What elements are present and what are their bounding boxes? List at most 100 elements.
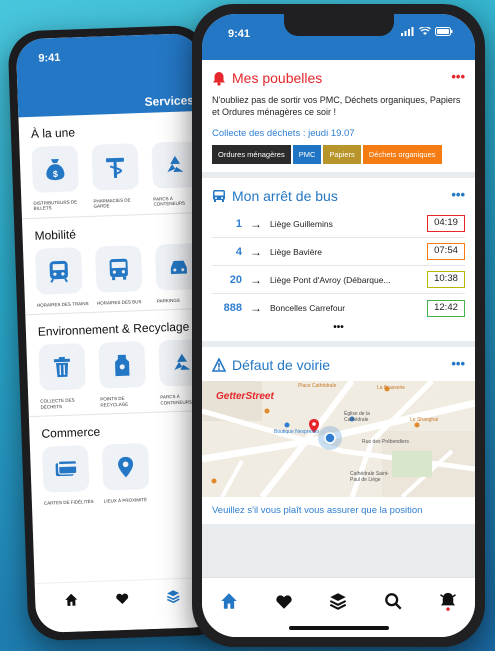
- bus-row[interactable]: 4 → Liège Bavière 07:54: [212, 238, 465, 267]
- battery-icon: [435, 27, 453, 36]
- road-card[interactable]: Défaut de voirie ••• GetterStreet Place …: [202, 347, 475, 525]
- heart-icon[interactable]: [115, 591, 130, 610]
- home-indicator: [288, 626, 389, 630]
- street-map[interactable]: GetterStreet Place Cathédrale La Brasser…: [202, 381, 475, 498]
- tile-label: POINTS DE RECYCLAGE: [100, 395, 129, 408]
- front-phone: 9:41 Mes poubelles ••• N'oubliez pas de …: [192, 4, 485, 647]
- tile-label: CARTES DE FIDÉLITÉS: [43, 498, 94, 506]
- bus-time: 12:42: [427, 299, 465, 317]
- bus-list: 1 → Liège Guillemins 04:19 4 → Liège Bav…: [212, 210, 465, 333]
- location-pin-icon: [101, 442, 150, 491]
- tag-papiers: Papiers: [323, 145, 361, 165]
- map-place-label: Église de la Cathédrale: [344, 411, 370, 424]
- arrow-right-icon: →: [250, 216, 262, 231]
- tile-row-commerce: CARTES DE FIDÉLITÉS LIEUX À PROXIMITÉ: [30, 441, 216, 507]
- alarm-icon[interactable]: [433, 590, 463, 612]
- map-place-label: Cathédrale Saint-Paul de Liège: [350, 471, 389, 484]
- back-status-time: 9:41: [38, 51, 61, 65]
- trash-icon: [38, 343, 86, 391]
- trash-card[interactable]: Mes poubelles ••• N'oubliez pas de sorti…: [202, 60, 475, 173]
- bus-time: 04:19: [427, 215, 465, 233]
- bus-row[interactable]: 1 → Liège Guillemins 04:19: [212, 210, 465, 239]
- road-message: Veuillez s'il vous plaît vous assurer qu…: [212, 505, 423, 517]
- status-time: 9:41: [228, 28, 251, 40]
- bus-line-number: 888: [223, 302, 242, 315]
- bus-line-number: 1: [235, 217, 242, 230]
- bus-more-rows-button[interactable]: •••: [212, 322, 465, 333]
- bus-time: 07:54: [427, 243, 465, 261]
- wifi-icon: [419, 27, 431, 35]
- tile-row-mobilite: HORAIRES DES TRAINS HORAIRES DES BUS PAR…: [23, 242, 209, 309]
- bell-icon: [213, 71, 225, 86]
- tile-lieux[interactable]: LIEUX À PROXIMITÉ: [101, 442, 156, 504]
- road-card-title: Défaut de voirie: [212, 357, 465, 373]
- search-icon[interactable]: [378, 590, 408, 612]
- arrow-right-icon: →: [250, 301, 262, 316]
- bus-row[interactable]: 888 → Boncelles Carrefour 12:42: [212, 294, 465, 322]
- notch: [283, 14, 394, 36]
- bus-card[interactable]: Mon arrêt de bus ••• 1 → Liège Guillemin…: [202, 178, 475, 342]
- bus-line-number: 4: [235, 245, 242, 258]
- tile-trains[interactable]: HORAIRES DES TRAINS: [35, 247, 89, 308]
- signal-icon: [401, 27, 414, 36]
- front-phone-screen: 9:41 Mes poubelles ••• N'oubliez pas de …: [202, 14, 475, 637]
- waste-tags: Ordures ménagères PMC Papiers Déchets or…: [212, 145, 465, 165]
- bus-time: 10:38: [427, 271, 465, 289]
- bus-destination: Liège Bavière: [270, 246, 322, 257]
- tag-pmc: PMC: [292, 145, 322, 165]
- svg-text:$: $: [53, 169, 58, 179]
- tile-label: HORAIRES DES TRAINS: [36, 300, 89, 308]
- tile-label: LIEUX À PROXIMITÉ: [103, 497, 148, 504]
- warning-triangle-icon: [212, 358, 226, 373]
- bus-row[interactable]: 20 → Liège Pont d'Avroy (Débarque... 10:…: [212, 266, 465, 295]
- back-phone-screen: 9:41 Services À la une $ DISTRIBUTEURS D…: [15, 32, 221, 634]
- status-icons: [401, 27, 453, 36]
- tile-label: COLLECTE DES DÉCHETS: [40, 397, 75, 410]
- tile-label: HORAIRES DES BUS: [96, 298, 142, 306]
- map-place-label: Le Shanghai: [410, 417, 439, 424]
- tile-bus[interactable]: HORAIRES DES BUS: [94, 244, 149, 306]
- layers-icon[interactable]: [166, 589, 181, 608]
- tile-cartes[interactable]: CARTES DE FIDÉLITÉS: [41, 445, 96, 506]
- tag-organiques: Déchets organiques: [362, 145, 442, 165]
- trash-message: N'oubliez pas de sortir vos PMC, Déchets…: [212, 95, 461, 118]
- bus-icon: [94, 244, 143, 293]
- trash-title-text: Mes poubelles: [232, 70, 323, 86]
- home-icon[interactable]: [64, 593, 79, 612]
- map-place-label: La Brasserie: [377, 385, 406, 392]
- bus-title-text: Mon arrêt de bus: [232, 188, 338, 205]
- tile-collecte[interactable]: COLLECTE DES DÉCHETS: [38, 343, 92, 410]
- tile-label: PHARMACIES DE GARDE: [93, 197, 131, 210]
- layers-icon[interactable]: [323, 590, 353, 612]
- tile-row-environnement: COLLECTE DES DÉCHETS POINTS DE RECYCLAGE…: [26, 339, 212, 410]
- road-more-button[interactable]: •••: [451, 356, 465, 371]
- collect-date: Collecte des déchets : jeudi 19.07: [212, 128, 355, 140]
- back-header: 9:41 Services: [15, 32, 203, 118]
- tag-ordures: Ordures ménagères: [212, 145, 291, 165]
- home-icon[interactable]: [214, 590, 244, 612]
- map-place-label: Boutique Nespresso: [274, 429, 320, 436]
- bus-more-button[interactable]: •••: [451, 187, 465, 202]
- bus-line-number: 20: [229, 273, 242, 286]
- tile-pharmacies[interactable]: PHARMACIES DE GARDE: [91, 143, 145, 210]
- tile-label: DISTRIBUTEURS DE BILLETS: [33, 199, 78, 212]
- bus-destination: Liège Pont d'Avroy (Débarque...: [270, 274, 391, 285]
- tile-distributeurs[interactable]: $ DISTRIBUTEURS DE BILLETS: [31, 145, 85, 212]
- back-page-title: Services: [144, 93, 195, 109]
- card-icon: [41, 445, 90, 493]
- arrow-right-icon: →: [250, 272, 262, 287]
- trash-card-title: Mes poubelles: [212, 70, 465, 86]
- recycling-point-icon: [98, 341, 146, 389]
- heart-icon[interactable]: [269, 590, 299, 612]
- bus-card-title: Mon arrêt de bus: [212, 188, 465, 204]
- arrow-right-icon: →: [250, 244, 262, 259]
- bus-icon: [213, 190, 225, 203]
- road-title-text: Défaut de voirie: [232, 357, 331, 374]
- map-place-label: Place Cathédrale: [298, 383, 337, 390]
- map-brand-label: GetterStreet: [216, 391, 274, 403]
- money-bag-icon: $: [31, 145, 80, 193]
- tile-points-recyclage[interactable]: POINTS DE RECYCLAGE: [98, 341, 152, 408]
- trash-more-button[interactable]: •••: [451, 69, 465, 84]
- map-place-label: Rue des Prébendiers: [362, 439, 409, 446]
- bus-destination: Liège Guillemins: [270, 218, 333, 229]
